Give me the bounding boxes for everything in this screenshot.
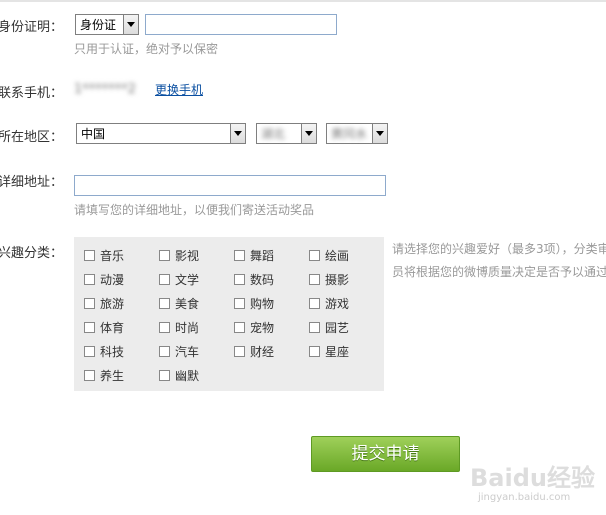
- interest-option[interactable]: 园艺: [309, 319, 349, 336]
- interest-checkbox[interactable]: [159, 298, 170, 309]
- interest-option[interactable]: 旅游: [84, 295, 124, 312]
- interest-option[interactable]: 幽默: [159, 367, 199, 384]
- country-select[interactable]: 中国: [76, 123, 246, 144]
- chevron-down-icon: [372, 124, 387, 143]
- interest-checkbox[interactable]: [84, 250, 95, 261]
- interest-checkbox[interactable]: [159, 322, 170, 333]
- interest-option[interactable]: 汽车: [159, 343, 199, 360]
- interest-checkbox[interactable]: [159, 274, 170, 285]
- interest-checkbox[interactable]: [309, 346, 320, 357]
- interests-label: 兴趣分类：: [0, 246, 64, 261]
- province-select[interactable]: 湖北: [256, 123, 317, 144]
- region-label: 所在地区：: [0, 130, 64, 145]
- interest-checkbox[interactable]: [309, 322, 320, 333]
- interest-option[interactable]: 科技: [84, 343, 124, 360]
- phone-number-masked: 1*******2: [74, 82, 137, 97]
- interest-option-label: 园艺: [325, 321, 350, 335]
- interest-option[interactable]: 舞蹈: [234, 247, 274, 264]
- interest-checkbox[interactable]: [159, 346, 170, 357]
- interest-checkbox[interactable]: [84, 298, 95, 309]
- chevron-down-icon: [230, 124, 245, 143]
- interest-option-label: 购物: [250, 297, 275, 311]
- interest-checkbox[interactable]: [84, 346, 95, 357]
- interest-option[interactable]: 购物: [234, 295, 274, 312]
- interest-option[interactable]: 养生: [84, 367, 124, 384]
- interest-option-label: 养生: [100, 369, 125, 383]
- interest-checkbox[interactable]: [234, 346, 245, 357]
- interest-option-label: 宠物: [250, 321, 275, 335]
- interests-note-line1: 请选择您的兴趣爱好（最多3项），分类审: [392, 242, 606, 256]
- interest-option[interactable]: 音乐: [84, 247, 124, 264]
- interest-checkbox[interactable]: [309, 298, 320, 309]
- interest-option-label: 摄影: [325, 273, 350, 287]
- interest-option[interactable]: 体育: [84, 319, 124, 336]
- country-value: 中国: [81, 127, 106, 141]
- interest-checkbox[interactable]: [309, 274, 320, 285]
- submit-button[interactable]: 提交申请: [311, 436, 460, 472]
- interest-checkbox[interactable]: [234, 298, 245, 309]
- interest-option[interactable]: 财经: [234, 343, 274, 360]
- chevron-down-icon: [301, 124, 316, 143]
- interest-option-label: 幽默: [175, 369, 200, 383]
- interest-option[interactable]: 游戏: [309, 295, 349, 312]
- interest-option[interactable]: 影视: [159, 247, 199, 264]
- interest-option-label: 音乐: [100, 249, 125, 263]
- baidu-jingyan-watermark: Baidu经验: [470, 464, 595, 492]
- interest-checkbox[interactable]: [309, 250, 320, 261]
- interest-option[interactable]: 宠物: [234, 319, 274, 336]
- address-hint: 请填写您的详细地址，以便我们寄送活动奖品: [74, 203, 315, 217]
- interest-option-label: 数码: [250, 273, 275, 287]
- id-hint: 只用于认证，绝对予以保密: [74, 42, 219, 56]
- change-phone-link[interactable]: 更换手机: [155, 81, 203, 98]
- interest-option-label: 美食: [175, 297, 200, 311]
- interest-checkbox[interactable]: [84, 274, 95, 285]
- chevron-down-icon: [123, 15, 138, 34]
- interest-checkbox[interactable]: [159, 370, 170, 381]
- interest-option-label: 文学: [175, 273, 200, 287]
- interest-option-label: 科技: [100, 345, 125, 359]
- interest-option[interactable]: 摄影: [309, 271, 349, 288]
- address-input[interactable]: [74, 175, 386, 196]
- phone-label: 联系手机：: [0, 86, 64, 101]
- interest-option-label: 旅游: [100, 297, 125, 311]
- id-number-input[interactable]: [145, 14, 337, 35]
- id-label: 身份证明：: [0, 20, 64, 35]
- id-type-select[interactable]: 身份证: [75, 14, 139, 35]
- interest-option[interactable]: 时尚: [159, 319, 199, 336]
- interest-checkbox[interactable]: [234, 250, 245, 261]
- address-label: 详细地址：: [0, 175, 64, 190]
- interests-note-line2: 员将根据您的微博质量决定是否予以通过: [392, 265, 606, 279]
- watermark-url: jingyan.baidu.com: [478, 492, 571, 503]
- interest-option[interactable]: 动漫: [84, 271, 124, 288]
- interest-option-label: 动漫: [100, 273, 125, 287]
- interest-option-label: 时尚: [175, 321, 200, 335]
- interest-option-label: 舞蹈: [250, 249, 275, 263]
- interest-option-label: 星座: [325, 345, 350, 359]
- interest-option[interactable]: 绘画: [309, 247, 349, 264]
- interest-checkbox[interactable]: [84, 370, 95, 381]
- province-value: 湖北: [261, 127, 286, 141]
- interest-checkbox[interactable]: [234, 274, 245, 285]
- city-select[interactable]: 黄冈水: [326, 123, 388, 144]
- interest-option[interactable]: 星座: [309, 343, 349, 360]
- interest-checkbox[interactable]: [234, 322, 245, 333]
- interest-option[interactable]: 美食: [159, 295, 199, 312]
- interest-checkbox[interactable]: [159, 250, 170, 261]
- interest-option-label: 游戏: [325, 297, 350, 311]
- interest-checkbox[interactable]: [84, 322, 95, 333]
- interest-option-label: 绘画: [325, 249, 350, 263]
- top-divider: [0, 0, 606, 2]
- interest-option[interactable]: 数码: [234, 271, 274, 288]
- interest-option[interactable]: 文学: [159, 271, 199, 288]
- interest-option-label: 影视: [175, 249, 200, 263]
- id-type-value: 身份证: [80, 18, 117, 32]
- city-value: 黄冈水: [331, 127, 368, 141]
- interest-option-label: 体育: [100, 321, 125, 335]
- interest-option-label: 汽车: [175, 345, 200, 359]
- interest-option-label: 财经: [250, 345, 275, 359]
